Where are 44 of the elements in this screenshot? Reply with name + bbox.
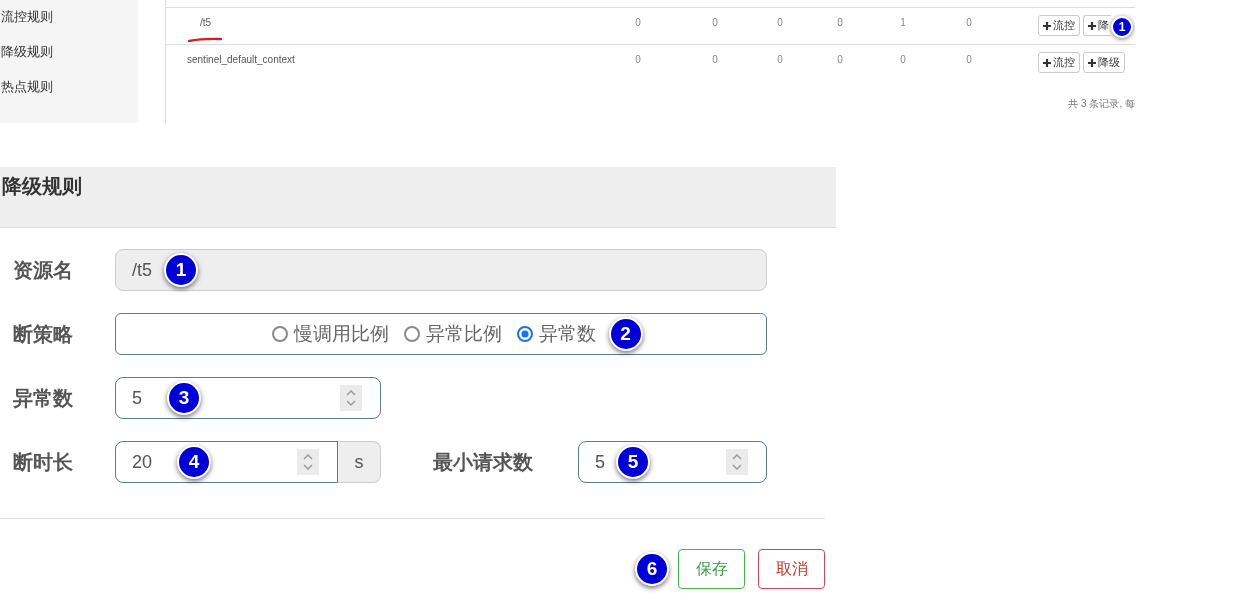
stepper-icon[interactable] xyxy=(726,449,748,475)
callout-badge: 6 xyxy=(635,552,669,586)
unit-label: s xyxy=(338,441,381,483)
field-label: 异常数 xyxy=(13,386,73,409)
action-button[interactable]: 流控 xyxy=(1038,52,1080,73)
field-label: 资源名 xyxy=(13,258,73,281)
table-cell: 0 xyxy=(966,54,972,65)
table-cell: 0 xyxy=(837,54,843,65)
stepper-icon[interactable] xyxy=(297,449,319,475)
plus-icon xyxy=(1088,58,1096,67)
table-cell: 0 xyxy=(966,17,972,28)
table-cell: 0 xyxy=(777,54,783,65)
table-cell: 0 xyxy=(712,54,718,65)
radio-option[interactable]: 异常数 xyxy=(516,321,596,347)
field-label: 最小请求数 xyxy=(433,450,533,473)
table-cell: 0 xyxy=(837,17,843,28)
callout-badge: 1 xyxy=(1111,16,1133,38)
sidebar-item[interactable]: 流控规则 xyxy=(0,0,53,35)
sidebar-item[interactable]: 降级规则 xyxy=(0,35,53,70)
radio-option[interactable]: 慢调用比例 xyxy=(271,321,389,347)
action-button[interactable]: 降级 xyxy=(1083,52,1125,73)
table-cell: 0 xyxy=(712,17,718,28)
table-cell: 0 xyxy=(777,17,783,28)
plus-icon xyxy=(1043,58,1051,67)
field-label: 断时长 xyxy=(13,450,73,473)
table-cell: 0 xyxy=(635,17,641,28)
plus-icon xyxy=(1043,21,1051,30)
stepper-icon[interactable] xyxy=(340,385,362,411)
field-label: 断策略 xyxy=(13,322,73,345)
cancel-button[interactable]: 取消 xyxy=(758,549,825,589)
resource-name: sentinel_default_context xyxy=(187,54,295,66)
callout-badge: 2 xyxy=(608,317,643,351)
action-button[interactable]: 降 xyxy=(1083,15,1111,36)
table-cell: 0 xyxy=(635,54,641,65)
pagination-text: 共 3 条记录, 每 xyxy=(1068,98,1135,110)
sidebar-item[interactable]: 热点规则 xyxy=(0,70,53,105)
action-button[interactable]: 流控 xyxy=(1038,15,1080,36)
table-cell: 0 xyxy=(900,54,906,65)
save-button[interactable]: 保存 xyxy=(678,549,745,589)
radio-option[interactable]: 异常比例 xyxy=(403,321,502,347)
plus-icon xyxy=(1088,21,1096,30)
table-cell: 1 xyxy=(900,17,906,28)
resource-name: /t5 xyxy=(200,17,212,29)
dialog-title: 降级规则 xyxy=(2,175,82,197)
